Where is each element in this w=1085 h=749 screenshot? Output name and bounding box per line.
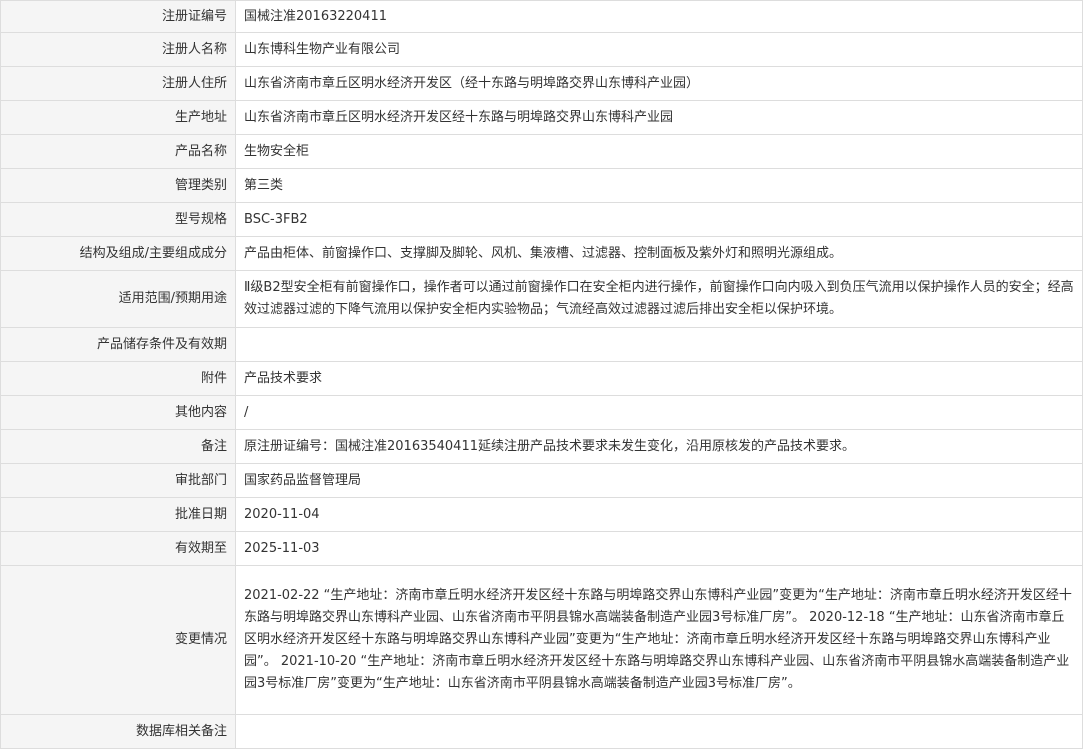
table-row: 注册证编号 国械注准20163220411 [0,0,1083,33]
row-label: 其他内容 [0,395,236,430]
row-label: 批准日期 [0,497,236,532]
row-value: 原注册证编号：国械注准20163540411延续注册产品技术要求未发生变化，沿用… [235,429,1083,464]
row-label: 产品名称 [0,134,236,169]
table-row: 备注 原注册证编号：国械注准20163540411延续注册产品技术要求未发生变化… [0,429,1083,464]
row-value: 国家药品监督管理局 [235,463,1083,498]
row-label: 注册人住所 [0,66,236,101]
row-label: 适用范围/预期用途 [0,270,236,328]
table-row: 附件 产品技术要求 [0,361,1083,396]
table-row: 数据库相关备注 [0,714,1083,749]
table-row: 生产地址 山东省济南市章丘区明水经济开发区经十东路与明埠路交界山东博科产业园 [0,100,1083,135]
row-value: 山东省济南市章丘区明水经济开发区（经十东路与明埠路交界山东博科产业园） [235,66,1083,101]
row-label: 管理类别 [0,168,236,203]
row-value: 2025-11-03 [235,531,1083,566]
row-label: 备注 [0,429,236,464]
row-value: 生物安全柜 [235,134,1083,169]
row-label: 注册证编号 [0,0,236,33]
row-value: 第三类 [235,168,1083,203]
row-label: 型号规格 [0,202,236,237]
table-row: 变更情况 2021-02-22 “生产地址：济南市章丘明水经济开发区经十东路与明… [0,565,1083,715]
table-row: 注册人名称 山东博科生物产业有限公司 [0,32,1083,67]
row-value: 国械注准20163220411 [235,0,1083,33]
row-label: 注册人名称 [0,32,236,67]
row-value: 山东省济南市章丘区明水经济开发区经十东路与明埠路交界山东博科产业园 [235,100,1083,135]
table-row: 产品名称 生物安全柜 [0,134,1083,169]
row-value: Ⅱ级B2型安全柜有前窗操作口，操作者可以通过前窗操作口在安全柜内进行操作，前窗操… [235,270,1083,328]
table-row: 批准日期 2020-11-04 [0,497,1083,532]
row-value: 2020-11-04 [235,497,1083,532]
row-value: BSC-3FB2 [235,202,1083,237]
table-row: 其他内容 / [0,395,1083,430]
table-row: 结构及组成/主要组成成分 产品由柜体、前窗操作口、支撑脚及脚轮、风机、集液槽、过… [0,236,1083,271]
row-label: 数据库相关备注 [0,714,236,749]
row-label: 附件 [0,361,236,396]
row-value: 山东博科生物产业有限公司 [235,32,1083,67]
table-row: 产品储存条件及有效期 [0,327,1083,362]
registration-detail-table: 注册证编号 国械注准20163220411 注册人名称 山东博科生物产业有限公司… [0,0,1083,749]
row-value [235,714,1083,749]
row-label: 审批部门 [0,463,236,498]
row-label: 结构及组成/主要组成成分 [0,236,236,271]
table-row: 注册人住所 山东省济南市章丘区明水经济开发区（经十东路与明埠路交界山东博科产业园… [0,66,1083,101]
table-row: 有效期至 2025-11-03 [0,531,1083,566]
row-label: 生产地址 [0,100,236,135]
row-value: 产品由柜体、前窗操作口、支撑脚及脚轮、风机、集液槽、过滤器、控制面板及紫外灯和照… [235,236,1083,271]
row-value: / [235,395,1083,430]
table-row: 管理类别 第三类 [0,168,1083,203]
table-row: 适用范围/预期用途 Ⅱ级B2型安全柜有前窗操作口，操作者可以通过前窗操作口在安全… [0,270,1083,328]
row-label: 产品储存条件及有效期 [0,327,236,362]
table-row: 审批部门 国家药品监督管理局 [0,463,1083,498]
row-label: 有效期至 [0,531,236,566]
row-value: 产品技术要求 [235,361,1083,396]
row-value [235,327,1083,362]
row-value: 2021-02-22 “生产地址：济南市章丘明水经济开发区经十东路与明埠路交界山… [235,565,1083,715]
row-label: 变更情况 [0,565,236,715]
table-row: 型号规格 BSC-3FB2 [0,202,1083,237]
